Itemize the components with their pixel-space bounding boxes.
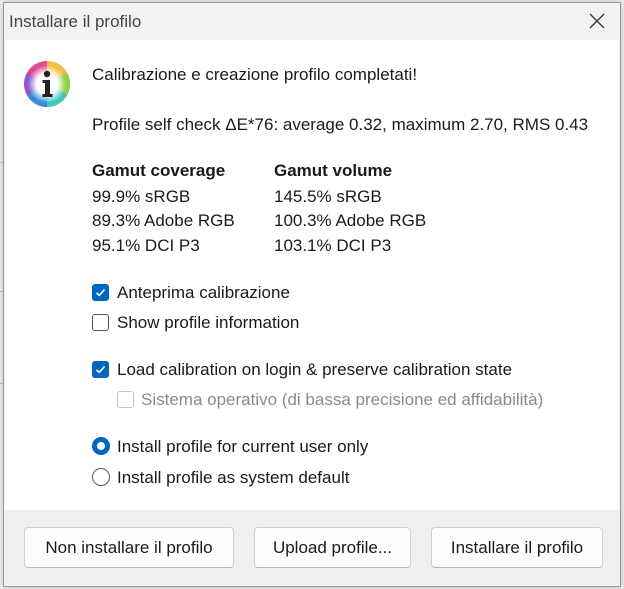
install-profile-button[interactable]: Installare il profilo <box>431 527 603 568</box>
show-profile-info-checkbox[interactable] <box>92 314 109 331</box>
os-loader-checkbox <box>117 391 134 408</box>
gamut-volume-value: 100.3% Adobe RGB <box>274 211 427 230</box>
load-calibration-label[interactable]: Load calibration on login & preserve cal… <box>117 360 512 380</box>
gamut-volume-value: 145.5% sRGB <box>274 187 382 206</box>
os-loader-label: Sistema operativo (di bassa precisione e… <box>141 390 544 409</box>
preview-calibration-label[interactable]: Anteprima calibrazione <box>117 283 290 303</box>
install-current-user-label[interactable]: Install profile for current user only <box>117 437 368 457</box>
self-check-result: Profile self check ΔE*76: average 0.32, … <box>92 115 589 134</box>
show-profile-info-label[interactable]: Show profile information <box>117 313 299 333</box>
dialog-title: Installare il profilo <box>9 12 142 31</box>
close-icon <box>589 13 605 29</box>
install-profile-dialog: Installare il profilo Calibrazione e cre… <box>3 2 621 587</box>
gamut-volume-value: 103.1% DCI P3 <box>274 236 392 255</box>
gamut-volume-header: Gamut volume <box>274 161 393 180</box>
checkmark-icon <box>95 289 106 297</box>
install-system-default-label[interactable]: Install profile as system default <box>117 468 349 488</box>
install-system-default-radio[interactable] <box>92 468 110 486</box>
completion-heading: Calibrazione e creazione profilo complet… <box>92 65 418 84</box>
preview-calibration-checkbox[interactable] <box>92 284 109 301</box>
gamut-coverage-value: 95.1% DCI P3 <box>92 236 200 255</box>
dialog-content: Calibrazione e creazione profilo complet… <box>5 40 619 510</box>
info-icon <box>24 61 70 107</box>
checkmark-icon <box>95 366 106 374</box>
close-button[interactable] <box>574 3 620 39</box>
dont-install-button[interactable]: Non installare il profilo <box>24 527 234 568</box>
gamut-coverage-header: Gamut coverage <box>92 161 226 180</box>
install-current-user-radio[interactable] <box>92 437 110 455</box>
upload-profile-button[interactable]: Upload profile... <box>254 527 411 568</box>
title-bar: Installare il profilo <box>4 3 620 39</box>
gamut-coverage-value: 89.3% Adobe RGB <box>92 211 235 230</box>
dialog-footer: Non installare il profilo Upload profile… <box>5 510 619 586</box>
load-calibration-checkbox[interactable] <box>92 361 109 378</box>
gamut-coverage-value: 99.9% sRGB <box>92 187 191 206</box>
